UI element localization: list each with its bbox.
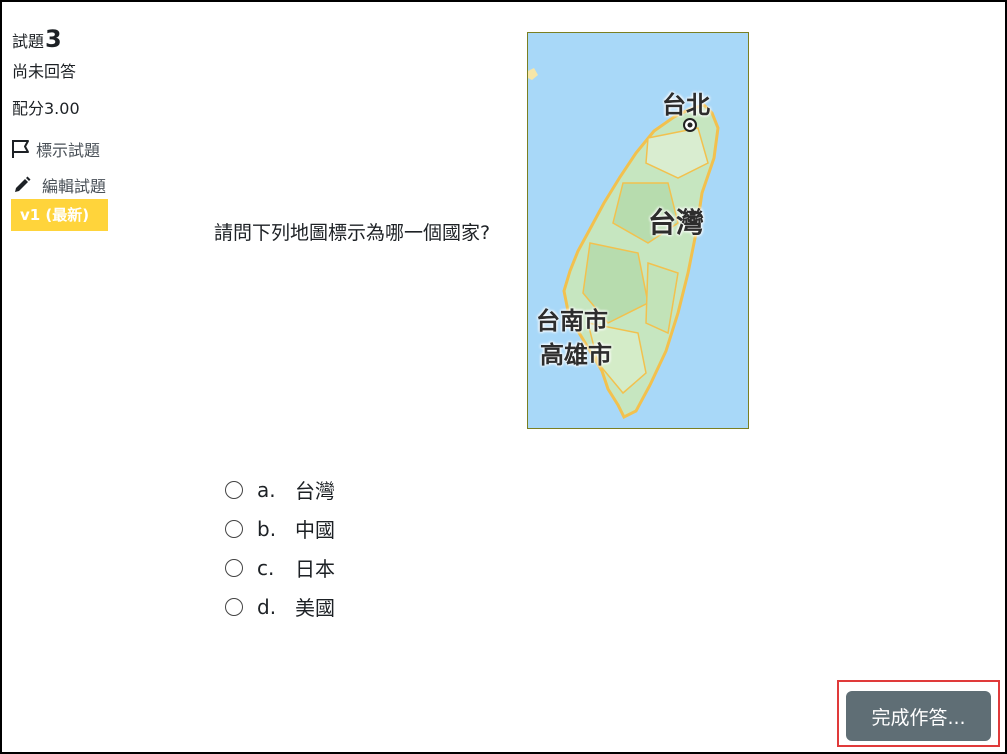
map-label-kaohsiung: 高雄市	[540, 341, 612, 369]
question-label: 試題	[12, 32, 45, 51]
radio-button[interactable]	[225, 519, 243, 538]
answer-option-d[interactable]: d. 美國	[225, 587, 335, 626]
map-label-taipei: 台北	[662, 91, 710, 119]
version-badge: v1 (最新)	[11, 199, 108, 231]
edit-question-label: 編輯試題	[42, 177, 107, 196]
map-label-tainan: 台南市	[536, 307, 608, 335]
flag-question-link[interactable]: 標示試題	[11, 137, 100, 161]
option-text: 台灣	[295, 479, 335, 503]
flag-icon	[12, 140, 29, 158]
option-text: 美國	[295, 596, 335, 620]
answer-option-a[interactable]: a. 台灣	[225, 470, 335, 509]
map-label-taiwan: 台灣	[648, 206, 705, 239]
finish-attempt-button[interactable]: 完成作答...	[846, 691, 991, 741]
option-letter: c.	[257, 555, 275, 580]
radio-button[interactable]	[225, 558, 243, 577]
flag-question-label: 標示試題	[36, 141, 101, 160]
answer-options: a. 台灣 b. 中國 c. 日本 d. 美國	[225, 470, 335, 626]
question-text: 請問下列地圖標示為哪一個國家?	[214, 222, 491, 244]
taiwan-map-image: 台北 台灣 台南市 高雄市	[527, 32, 749, 429]
question-state: 尚未回答	[12, 62, 77, 81]
option-text: 日本	[295, 557, 335, 581]
question-title: 試題3	[12, 26, 172, 52]
option-letter: d.	[257, 594, 277, 619]
question-info: 試題3 尚未回答 配分3.00	[12, 26, 172, 119]
option-letter: a.	[257, 477, 276, 502]
option-text: 中國	[295, 518, 335, 542]
question-grade: 配分3.00	[12, 99, 80, 118]
answer-option-c[interactable]: c. 日本	[225, 548, 335, 587]
radio-button[interactable]	[225, 480, 243, 499]
answer-option-b[interactable]: b. 中國	[225, 509, 335, 548]
pencil-icon	[15, 176, 31, 192]
question-number: 3	[45, 25, 62, 53]
option-letter: b.	[257, 516, 277, 541]
radio-button[interactable]	[225, 597, 243, 616]
edit-question-link[interactable]: 編輯試題	[11, 173, 106, 197]
